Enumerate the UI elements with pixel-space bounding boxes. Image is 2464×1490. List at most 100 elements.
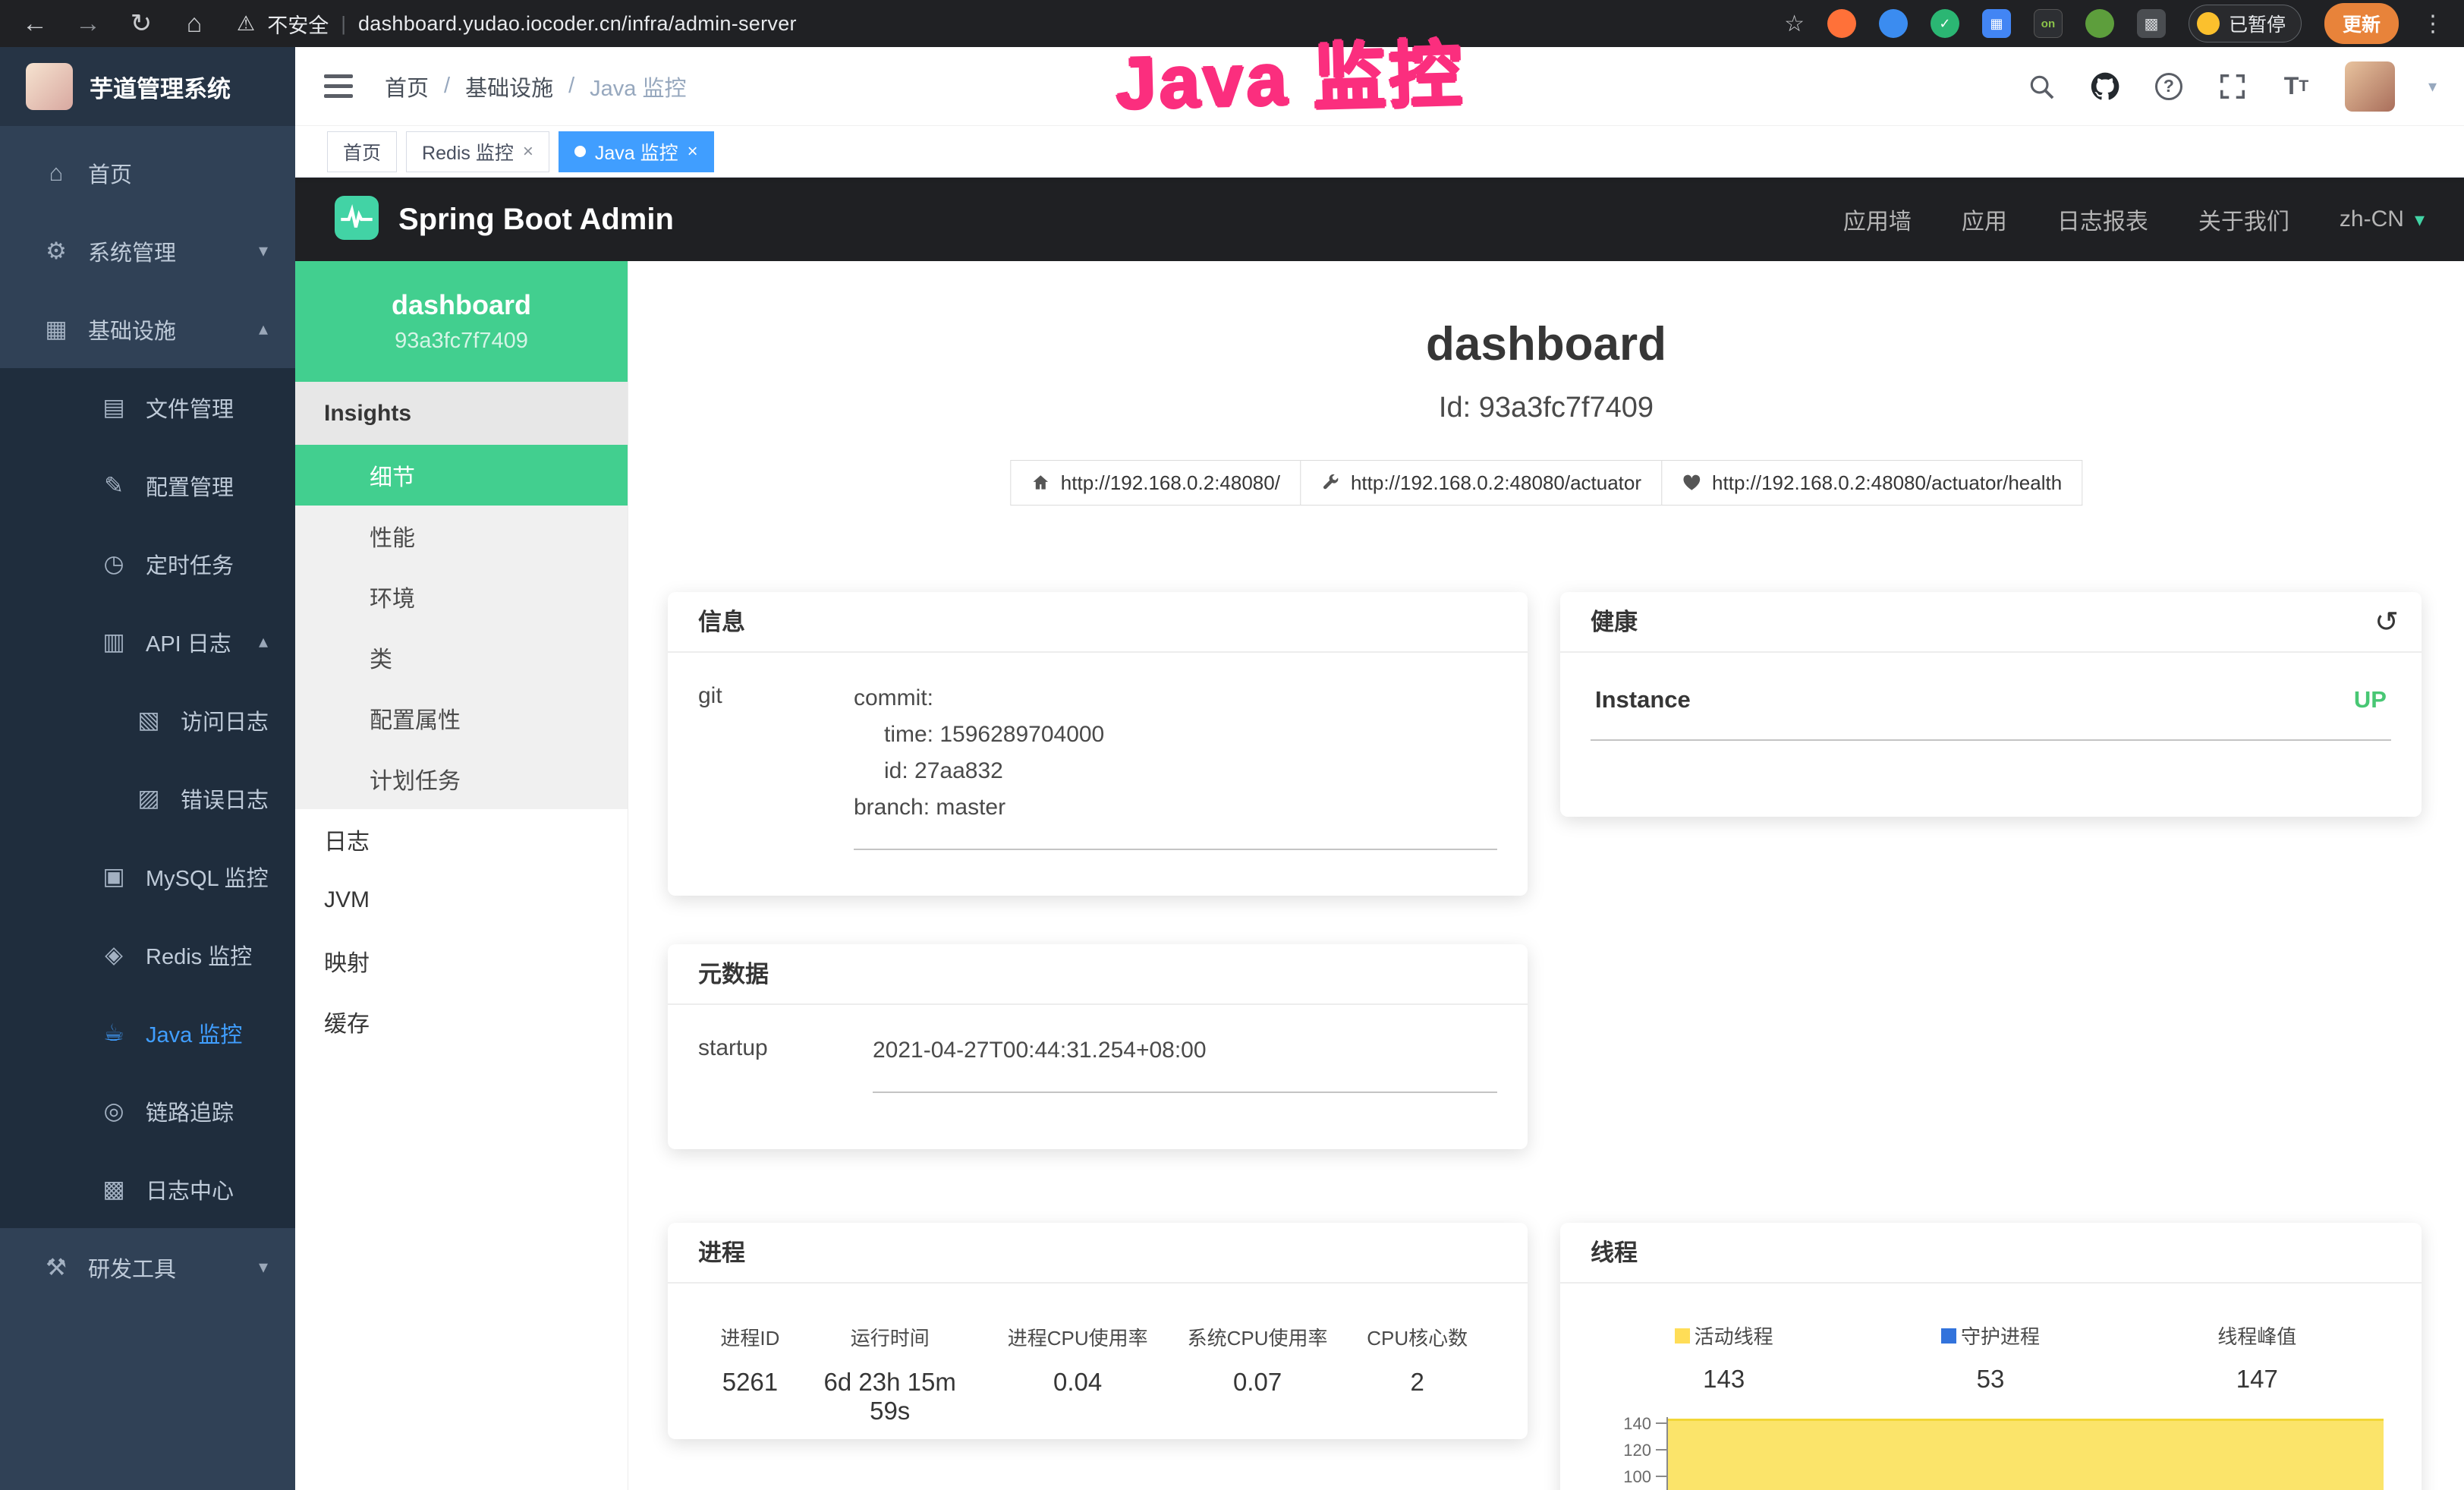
breadcrumb-infra[interactable]: 基础设施 — [465, 71, 553, 102]
sidebar-item-system[interactable]: ⚙ 系统管理 ▾ — [0, 212, 295, 290]
y-tick-140: 140 — [1591, 1414, 1651, 1434]
dashboard-icon: ⌂ — [39, 159, 73, 187]
sidebar-item-file-manage[interactable]: ▤ 文件管理 — [0, 368, 295, 446]
close-icon[interactable]: × — [523, 141, 533, 162]
breadcrumb: 首页 / 基础设施 / Java 监控 — [385, 71, 686, 102]
sidebar-item-redis-monitor[interactable]: ◈ Redis 监控 — [0, 915, 295, 994]
profile-paused-badge[interactable]: 已暂停 — [2189, 5, 2302, 43]
y-tick-120: 120 — [1591, 1441, 1651, 1460]
sba-section-jvm[interactable]: JVM — [295, 870, 628, 931]
metadata-term-startup: startup — [698, 1032, 873, 1093]
sidebar-item-home[interactable]: ⌂ 首页 — [0, 134, 295, 212]
service-url-link[interactable]: http://192.168.0.2:48080/ — [1010, 460, 1301, 506]
extension-on-switch-icon[interactable]: on — [2034, 9, 2063, 38]
file-icon: ▤ — [97, 394, 131, 421]
sba-nav-wallboard[interactable]: 应用墙 — [1843, 203, 1912, 236]
github-icon[interactable] — [2090, 71, 2120, 102]
url-text: dashboard.yudao.iocoder.cn/infra/admin-s… — [358, 12, 797, 36]
process-col-pid: 进程ID 5261 — [698, 1323, 802, 1425]
sba-nav-applications[interactable]: 应用 — [1962, 203, 2007, 236]
extension-check-icon[interactable]: ✓ — [1931, 9, 1959, 38]
sba-body: dashboard 93a3fc7f7409 Insights 细节 性能 环境… — [295, 261, 2464, 1490]
legend-value: 147 — [2124, 1365, 2390, 1394]
sba-menu-details[interactable]: 细节 — [295, 445, 628, 506]
sidebar-item-scheduled-job[interactable]: ◷ 定时任务 — [0, 524, 295, 603]
chrome-update-button[interactable]: 更新 — [2324, 3, 2399, 44]
search-icon[interactable] — [2026, 71, 2056, 102]
sba-menu-classes[interactable]: 类 — [295, 627, 628, 688]
sidebar-item-java-monitor[interactable]: ☕ Java 监控 — [0, 994, 295, 1072]
log-icon: ▥ — [97, 628, 131, 656]
extensions-puzzle-icon[interactable]: ▩ — [2137, 9, 2166, 38]
health-url-link[interactable]: http://192.168.0.2:48080/actuator/health — [1661, 460, 2082, 506]
help-icon[interactable]: ? — [2154, 71, 2184, 102]
sidebar-item-trace[interactable]: ◎ 链路追踪 — [0, 1072, 295, 1150]
cell-value: 0.04 — [978, 1368, 1178, 1397]
reload-icon[interactable]: ↻ — [126, 8, 156, 39]
timer-icon: ◷ — [97, 550, 131, 578]
git-commit-line: commit: — [854, 680, 1497, 717]
sba-menu-metrics[interactable]: 性能 — [295, 506, 628, 566]
browser-menu-icon[interactable]: ⋮ — [2422, 11, 2444, 37]
avatar-caret-icon[interactable]: ▾ — [2428, 77, 2437, 96]
health-history-icon[interactable]: ↺ — [2374, 592, 2399, 653]
extension-grid-icon[interactable]: ▦ — [1982, 9, 2011, 38]
extension-leaf-icon[interactable] — [2085, 9, 2114, 38]
sidebar-item-log-center[interactable]: ▩ 日志中心 — [0, 1150, 295, 1228]
git-time-line: time: 1596289704000 — [854, 717, 1497, 753]
address-bar[interactable]: ⚠ 不安全 | dashboard.yudao.iocoder.cn/infra… — [237, 9, 797, 39]
menu-group-insights[interactable]: Insights — [295, 382, 628, 445]
locale-selector[interactable]: zh-CN ▾ — [2340, 206, 2425, 232]
sidebar-item-error-log[interactable]: ▨ 错误日志 — [0, 759, 295, 837]
font-size-icon[interactable]: TT — [2281, 71, 2311, 102]
sidebar-item-devtools[interactable]: ⚒ 研发工具 ▾ — [0, 1228, 295, 1306]
sba-menu-environment[interactable]: 环境 — [295, 566, 628, 627]
forward-icon[interactable]: → — [73, 9, 103, 39]
sba-nav-about[interactable]: 关于我们 — [2198, 203, 2289, 236]
sidebar-item-api-log[interactable]: ▥ API 日志 ▴ — [0, 603, 295, 681]
home-icon[interactable]: ⌂ — [179, 9, 209, 39]
user-avatar[interactable] — [2345, 61, 2395, 112]
back-icon[interactable]: ← — [20, 9, 50, 39]
bookmark-star-icon[interactable]: ☆ — [1784, 11, 1805, 37]
link-label: http://192.168.0.2:48080/actuator — [1351, 471, 1641, 495]
column-header: 运行时间 — [802, 1323, 978, 1351]
metadata-card: 元数据 startup 2021-04-27T00:44:31.254+08:0… — [668, 944, 1528, 1149]
process-card-title: 进程 — [668, 1223, 1528, 1284]
sba-menu-scheduled-tasks[interactable]: 计划任务 — [295, 748, 628, 809]
git-id-line: id: 27aa832 — [854, 753, 1497, 789]
sidebar-item-config-manage[interactable]: ✎ 配置管理 — [0, 446, 295, 524]
sba-menu-config-props[interactable]: 配置属性 — [295, 688, 628, 748]
tag-redis-monitor[interactable]: Redis 监控 × — [406, 131, 549, 172]
access-log-icon: ▧ — [132, 707, 165, 734]
hamburger-icon[interactable] — [324, 74, 353, 98]
trace-icon: ◎ — [97, 1098, 131, 1125]
extension-drop-icon[interactable] — [1879, 9, 1908, 38]
sba-section-caches[interactable]: 缓存 — [295, 991, 628, 1052]
tag-label: Java 监控 — [595, 138, 678, 165]
cell-value: 0.07 — [1178, 1368, 1338, 1397]
sidebar-item-label: MySQL 监控 — [146, 861, 269, 893]
sidebar-item-access-log[interactable]: ▧ 访问日志 — [0, 681, 295, 759]
extension-fox-icon[interactable] — [1827, 9, 1856, 38]
sidebar-logo[interactable]: 芋道管理系统 — [0, 47, 295, 126]
tag-home[interactable]: 首页 — [327, 131, 397, 172]
sba-section-loggers[interactable]: 日志 — [295, 809, 628, 870]
tag-label: 首页 — [343, 138, 381, 165]
close-icon[interactable]: × — [688, 141, 698, 162]
sba-section-mappings[interactable]: 映射 — [295, 931, 628, 991]
breadcrumb-home[interactable]: 首页 — [385, 71, 429, 102]
legend-value: 53 — [1857, 1365, 2123, 1394]
instance-block[interactable]: dashboard 93a3fc7f7409 — [295, 261, 628, 382]
fullscreen-icon[interactable] — [2217, 71, 2248, 102]
info-card-body: git commit: time: 1596289704000 id: 27aa… — [668, 653, 1528, 877]
sidebar-item-mysql-monitor[interactable]: ▣ MySQL 监控 — [0, 837, 295, 915]
locale-label: zh-CN — [2340, 206, 2404, 232]
sba-nav-journal[interactable]: 日志报表 — [2057, 203, 2148, 236]
actuator-url-link[interactable]: http://192.168.0.2:48080/actuator — [1300, 460, 1662, 506]
tag-java-monitor[interactable]: Java 监控 × — [559, 131, 714, 172]
health-card: 健康 ↺ Instance UP — [1560, 592, 2422, 817]
health-row-label: Instance — [1595, 686, 1691, 713]
screen: ← → ↻ ⌂ ⚠ 不安全 | dashboard.yudao.iocoder.… — [0, 0, 2464, 1490]
sidebar-item-infra[interactable]: ▦ 基础设施 ▴ — [0, 290, 295, 368]
